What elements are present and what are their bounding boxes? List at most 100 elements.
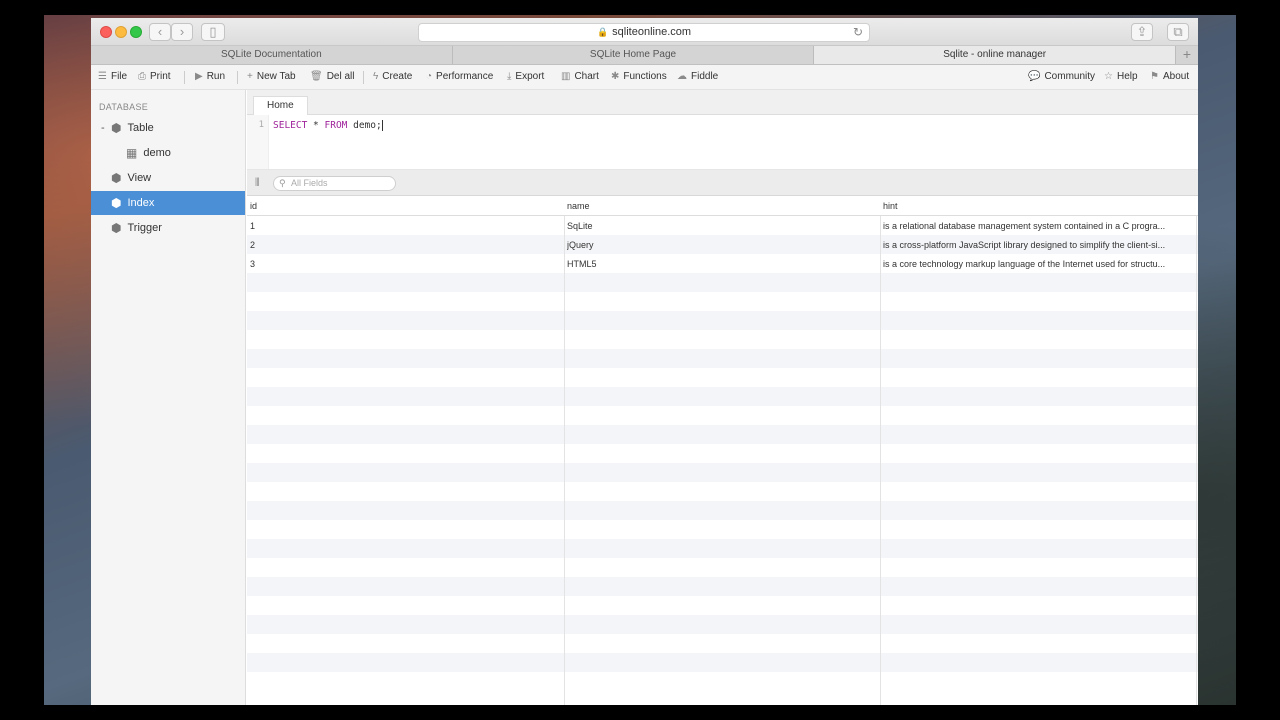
lock-icon: 🔒 bbox=[596, 27, 609, 37]
tab-sqlite-documentation[interactable]: SQLite Documentation bbox=[91, 46, 453, 64]
share-icon[interactable]: ⇪ bbox=[1131, 23, 1153, 41]
empty-row bbox=[247, 520, 1198, 539]
performance-button[interactable]: ◔ Performance bbox=[426, 71, 493, 82]
collapse-toggle[interactable]: - bbox=[101, 122, 105, 134]
results-grid: id name hint 1 SqLite is a relational da… bbox=[247, 196, 1198, 705]
grid-rows: 1 SqLite is a relational database manage… bbox=[247, 216, 1198, 705]
flag-icon: ⚑ bbox=[1150, 71, 1159, 82]
empty-row bbox=[247, 672, 1198, 691]
empty-row bbox=[247, 615, 1198, 634]
text-cursor bbox=[381, 120, 383, 131]
delete-all-button[interactable]: 🗑 Del all bbox=[310, 71, 355, 82]
lightning-icon: ϟ bbox=[373, 71, 379, 82]
create-button[interactable]: ϟ Create bbox=[373, 71, 412, 82]
cell-name: HTML5 bbox=[567, 259, 597, 269]
grid-header: id name hint bbox=[247, 196, 1198, 216]
export-button[interactable]: ⤓ Export bbox=[507, 71, 544, 82]
empty-row bbox=[247, 406, 1198, 425]
cell-id: 2 bbox=[250, 240, 256, 250]
print-button[interactable]: ⎙ Print bbox=[138, 71, 171, 82]
sql-code[interactable]: SELECT * FROM demo; bbox=[273, 120, 383, 131]
chart-button[interactable]: ▥ Chart bbox=[561, 71, 599, 82]
search-icon: ⚲ bbox=[279, 178, 286, 188]
column-divider bbox=[564, 216, 565, 705]
sidebar-item-table[interactable]: - ⬢ Table bbox=[91, 116, 245, 140]
new-tab-icon[interactable]: + bbox=[1176, 46, 1198, 64]
empty-row bbox=[247, 482, 1198, 501]
fiddle-button[interactable]: ☁ Fiddle bbox=[677, 71, 718, 82]
sidebar-item-demo[interactable]: ▦ demo bbox=[91, 141, 245, 165]
table-row[interactable]: 1 SqLite is a relational database manage… bbox=[247, 216, 1198, 235]
close-window-button[interactable] bbox=[100, 26, 112, 38]
file-button[interactable]: ☰ File bbox=[98, 71, 127, 82]
empty-row bbox=[247, 539, 1198, 558]
community-button[interactable]: 💬 Community bbox=[1028, 71, 1095, 82]
browser-window: ‹ › ▯ 🔒 sqliteonline.com ↻ ⇪ ⧉ SQLite Doc… bbox=[91, 18, 1198, 705]
empty-row bbox=[247, 387, 1198, 406]
cube-icon: ⬢ bbox=[111, 196, 122, 210]
cell-name: SqLite bbox=[567, 221, 593, 231]
chat-icon: 💬 bbox=[1028, 71, 1041, 82]
plus-icon: + bbox=[247, 71, 253, 82]
columns-icon[interactable]: ⫴ bbox=[255, 177, 260, 190]
table-icon: ▦ bbox=[126, 146, 138, 160]
empty-row bbox=[247, 349, 1198, 368]
toolbar-divider bbox=[363, 71, 364, 84]
title-bar: ‹ › ▯ 🔒 sqliteonline.com ↻ ⇪ ⧉ bbox=[91, 18, 1198, 46]
zoom-window-button[interactable] bbox=[130, 26, 142, 38]
column-header-hint[interactable]: hint bbox=[883, 201, 898, 211]
cell-hint: is a core technology markup language of … bbox=[883, 259, 1166, 269]
cell-name: jQuery bbox=[567, 240, 594, 250]
cell-id: 3 bbox=[250, 259, 256, 269]
help-button[interactable]: ☆ Help bbox=[1104, 71, 1138, 82]
column-divider bbox=[880, 216, 881, 705]
empty-row bbox=[247, 558, 1198, 577]
table-row[interactable]: 3 HTML5 is a core technology markup lang… bbox=[247, 254, 1198, 273]
play-icon: ▶ bbox=[195, 71, 203, 82]
column-header-name[interactable]: name bbox=[567, 201, 590, 211]
empty-row bbox=[247, 273, 1198, 292]
main-panel: Home 1 SELECT * FROM demo; ⫴ ⚲ All Fields… bbox=[247, 90, 1198, 705]
sidebar-toggle-icon[interactable]: ▯ bbox=[201, 23, 225, 41]
gauge-icon: ◔ bbox=[426, 71, 433, 82]
new-tab-button[interactable]: + New Tab bbox=[247, 71, 296, 82]
back-button[interactable]: ‹ bbox=[149, 23, 171, 41]
cube-icon: ⬢ bbox=[111, 221, 122, 235]
run-button[interactable]: ▶ Run bbox=[195, 71, 225, 82]
trash-icon: 🗑 bbox=[310, 71, 323, 82]
tabs-overview-icon[interactable]: ⧉ bbox=[1167, 23, 1189, 41]
about-button[interactable]: ⚑ About bbox=[1150, 71, 1189, 82]
url-text: sqliteonline.com bbox=[612, 26, 692, 38]
functions-button[interactable]: ✱ Functions bbox=[611, 71, 667, 82]
printer-icon: ⎙ bbox=[138, 71, 146, 82]
tab-sqlite-home-page[interactable]: SQLite Home Page bbox=[453, 46, 815, 64]
field-search-input[interactable]: ⚲ All Fields bbox=[273, 176, 396, 191]
asterisk-icon: ✱ bbox=[611, 71, 620, 82]
table-row[interactable]: 2 jQuery is a cross-platform JavaScript … bbox=[247, 235, 1198, 254]
forward-button[interactable]: › bbox=[171, 23, 193, 41]
line-number: 1 bbox=[247, 115, 269, 169]
sidebar-item-view[interactable]: ⬢ View bbox=[91, 166, 245, 190]
browser-tab-bar: SQLite Documentation SQLite Home Page Sq… bbox=[91, 46, 1198, 65]
sidebar-item-index[interactable]: ⬢ Index bbox=[91, 191, 245, 215]
database-icon: ☰ bbox=[98, 71, 107, 82]
empty-row bbox=[247, 311, 1198, 330]
tab-online-manager[interactable]: Sqlite - online manager bbox=[814, 46, 1177, 64]
empty-row bbox=[247, 653, 1198, 672]
tab-home[interactable]: Home bbox=[253, 96, 308, 115]
reload-icon[interactable]: ↻ bbox=[853, 24, 863, 41]
empty-row bbox=[247, 634, 1198, 653]
empty-row bbox=[247, 330, 1198, 349]
sql-editor[interactable]: 1 SELECT * FROM demo; bbox=[247, 115, 1198, 170]
minimize-window-button[interactable] bbox=[115, 26, 127, 38]
cube-icon: ⬢ bbox=[111, 121, 122, 135]
download-icon: ⤓ bbox=[507, 71, 512, 82]
empty-row bbox=[247, 501, 1198, 520]
star-icon: ☆ bbox=[1104, 71, 1113, 82]
cloud-icon: ☁ bbox=[677, 71, 687, 82]
empty-row bbox=[247, 368, 1198, 387]
address-bar[interactable]: 🔒 sqliteonline.com ↻ bbox=[418, 23, 870, 42]
sidebar-item-trigger[interactable]: ⬢ Trigger bbox=[91, 216, 245, 240]
column-header-id[interactable]: id bbox=[250, 201, 257, 211]
toolbar-divider bbox=[237, 71, 238, 84]
